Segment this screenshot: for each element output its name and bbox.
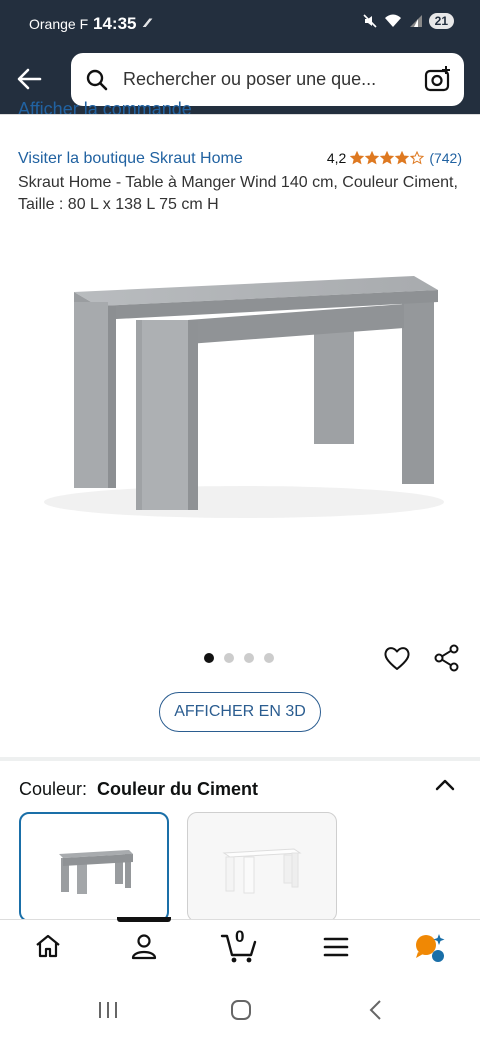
- product-image[interactable]: [24, 240, 464, 570]
- divider: [0, 114, 480, 115]
- rufus-assistant-icon[interactable]: [414, 932, 448, 964]
- signal-icon: [409, 15, 422, 27]
- status-bar: Orange F 14:35 ⁄⁄⁄ 21: [0, 0, 480, 50]
- heart-icon[interactable]: [383, 645, 411, 671]
- active-tab-indicator: [117, 917, 171, 922]
- search-icon: [86, 69, 108, 91]
- carousel-dot[interactable]: [264, 653, 274, 663]
- search-input[interactable]: Rechercher ou poser une que...: [123, 69, 376, 90]
- back-arrow-icon[interactable]: [14, 64, 44, 94]
- account-icon[interactable]: [130, 932, 158, 960]
- bottom-nav: 0: [0, 917, 480, 981]
- product-title: Skraut Home - Table à Manger Wind 140 cm…: [18, 174, 458, 213]
- clock: 14:35: [93, 14, 137, 33]
- variation-value: Couleur du Ciment: [97, 779, 259, 799]
- cart-button[interactable]: 0: [220, 927, 258, 964]
- camera-search-icon[interactable]: [424, 65, 452, 93]
- rating-score: 4,2: [326, 150, 347, 166]
- carrier-name: Orange F: [29, 16, 89, 32]
- system-home-icon[interactable]: [230, 999, 252, 1021]
- rating[interactable]: 4,2 (742): [327, 150, 462, 166]
- screen-record-icon: ⁄⁄⁄: [146, 16, 150, 30]
- battery-badge: 21: [428, 13, 454, 29]
- cart-count: 0: [235, 927, 245, 946]
- view-3d-button[interactable]: AFFICHER EN 3D: [159, 692, 321, 732]
- review-count[interactable]: (742): [429, 150, 462, 166]
- variation-option-cement[interactable]: [19, 812, 169, 922]
- system-icons: 21: [362, 13, 454, 29]
- cement-table-thumbnail: [59, 850, 133, 894]
- star-rating-icon: [350, 151, 425, 165]
- wifi-icon: [384, 14, 401, 27]
- variation-selector: Couleur: Couleur du Ciment: [19, 779, 258, 800]
- view-order-link[interactable]: Afficher la commande: [18, 99, 192, 120]
- section-divider: [0, 757, 480, 761]
- recent-apps-icon[interactable]: [97, 1000, 119, 1020]
- variation-option-white[interactable]: [187, 812, 337, 922]
- white-table-thumbnail: [222, 848, 302, 894]
- image-carousel-dots[interactable]: [204, 653, 274, 663]
- carousel-dot[interactable]: [244, 653, 254, 663]
- chevron-up-icon[interactable]: [434, 776, 456, 794]
- home-icon[interactable]: [34, 932, 62, 960]
- share-icon[interactable]: [433, 644, 461, 672]
- store-link[interactable]: Visiter la boutique Skraut Home: [18, 150, 243, 168]
- system-back-icon[interactable]: [368, 999, 384, 1021]
- system-nav-bar: [0, 981, 480, 1039]
- mute-icon: [363, 14, 377, 28]
- menu-icon[interactable]: [323, 936, 349, 958]
- carousel-dot[interactable]: [204, 653, 214, 663]
- variation-label: Couleur:: [19, 779, 88, 799]
- carousel-dot[interactable]: [224, 653, 234, 663]
